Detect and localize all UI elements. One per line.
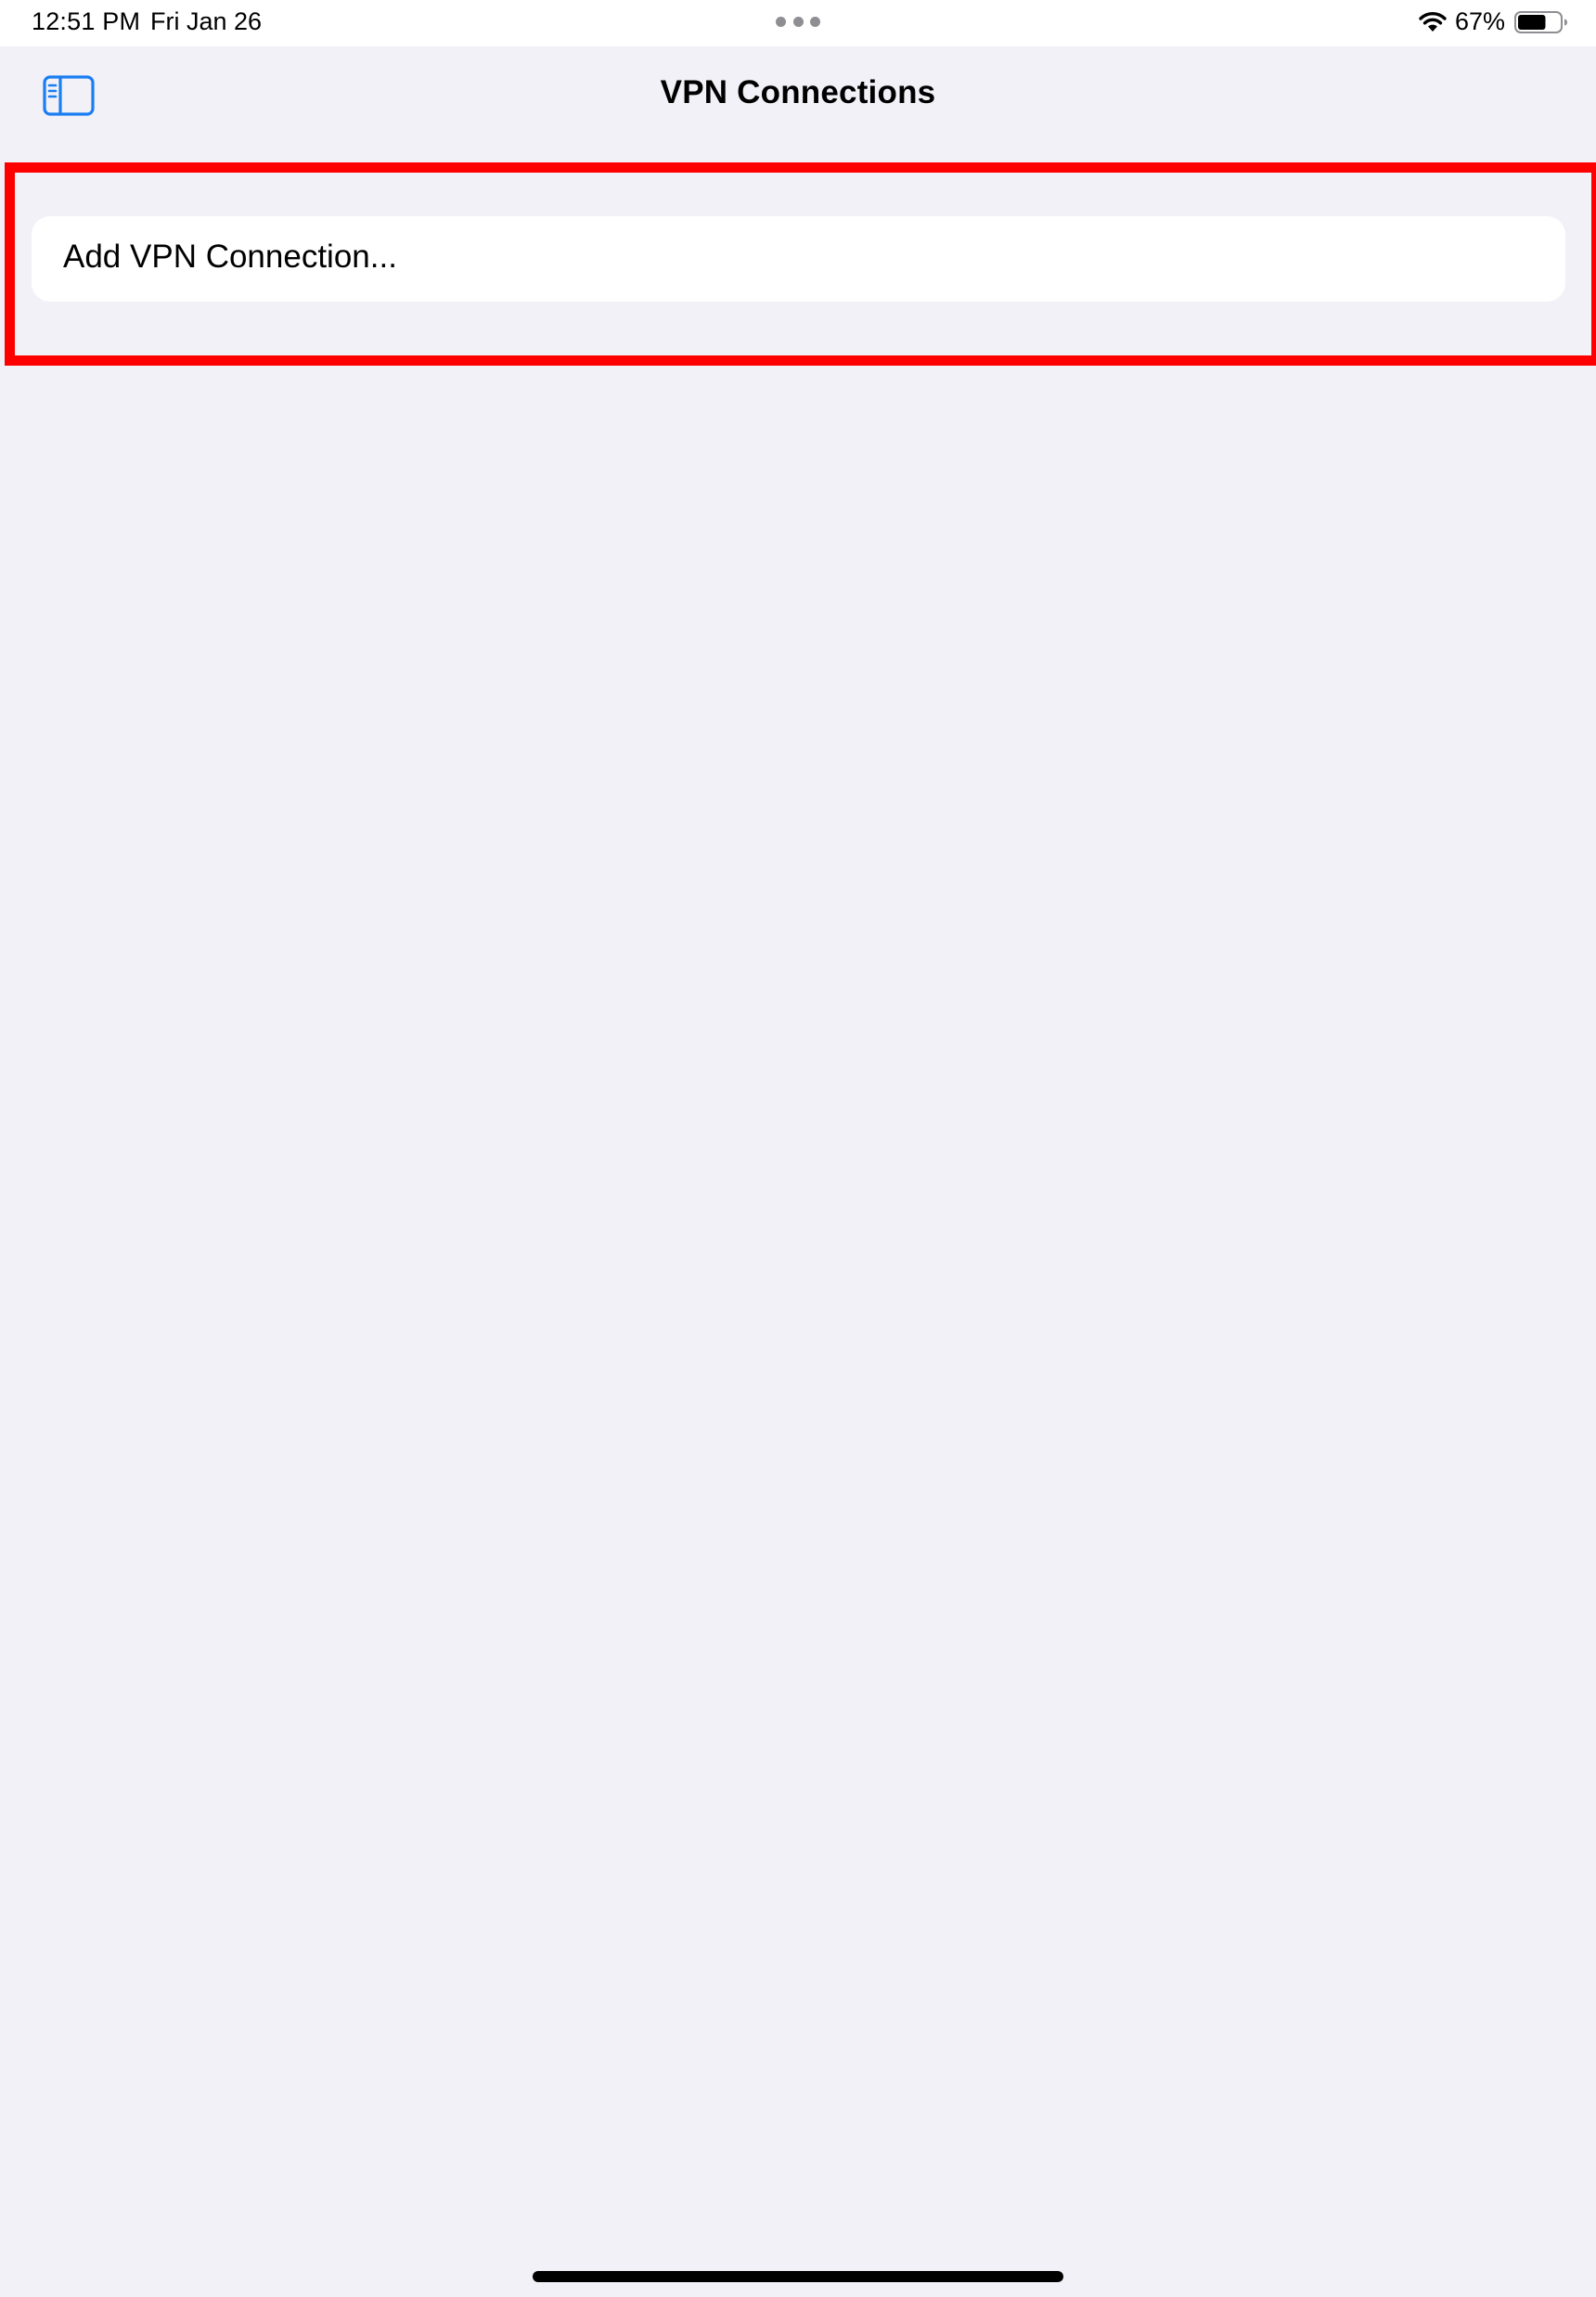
add-vpn-connection-button[interactable]: Add VPN Connection... (32, 216, 1565, 302)
multitasking-menu-icon[interactable] (776, 17, 820, 28)
add-vpn-connection-label: Add VPN Connection... (63, 239, 397, 275)
home-indicator[interactable] (533, 2271, 1063, 2282)
status-date: Fri Jan 26 (150, 7, 263, 35)
status-time: 12:51 PM (32, 7, 141, 35)
wifi-icon (1419, 12, 1447, 32)
page-title: VPN Connections (660, 74, 936, 110)
battery-percentage: 67% (1455, 7, 1506, 35)
navigation-bar: VPN Connections (0, 46, 1596, 147)
status-bar: 12:51 PM Fri Jan 26 67% (0, 0, 1596, 46)
battery-icon (1514, 11, 1567, 33)
